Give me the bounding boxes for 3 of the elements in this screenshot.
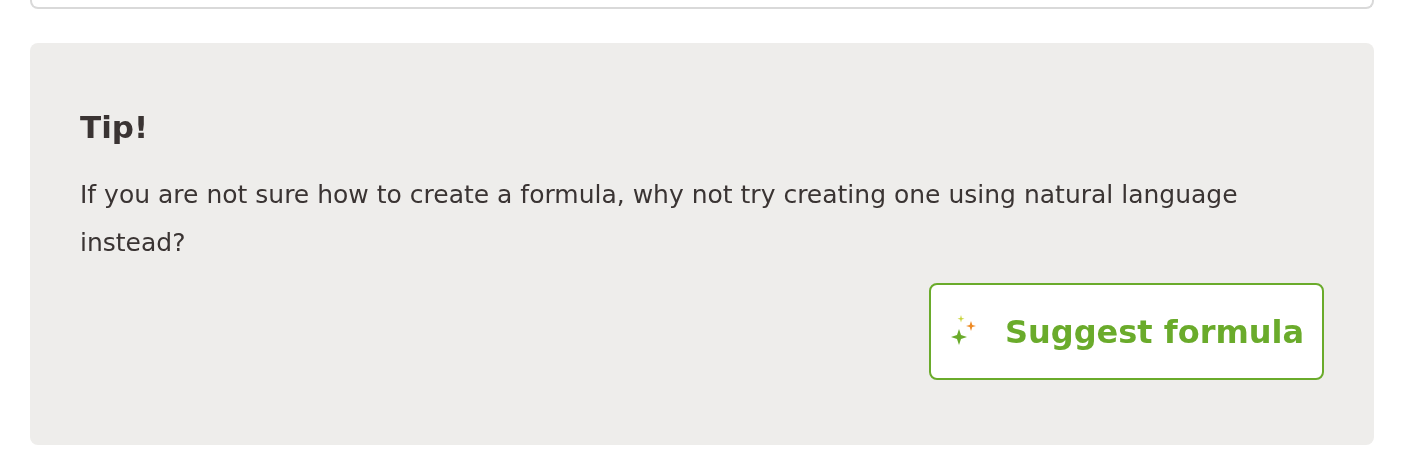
suggest-formula-button[interactable]: Suggest formula [929,283,1324,380]
tip-text: If you are not sure how to create a formula, why not try creating one using natural language instead? [80,179,1239,259]
tip-title: Tip! [80,108,150,147]
